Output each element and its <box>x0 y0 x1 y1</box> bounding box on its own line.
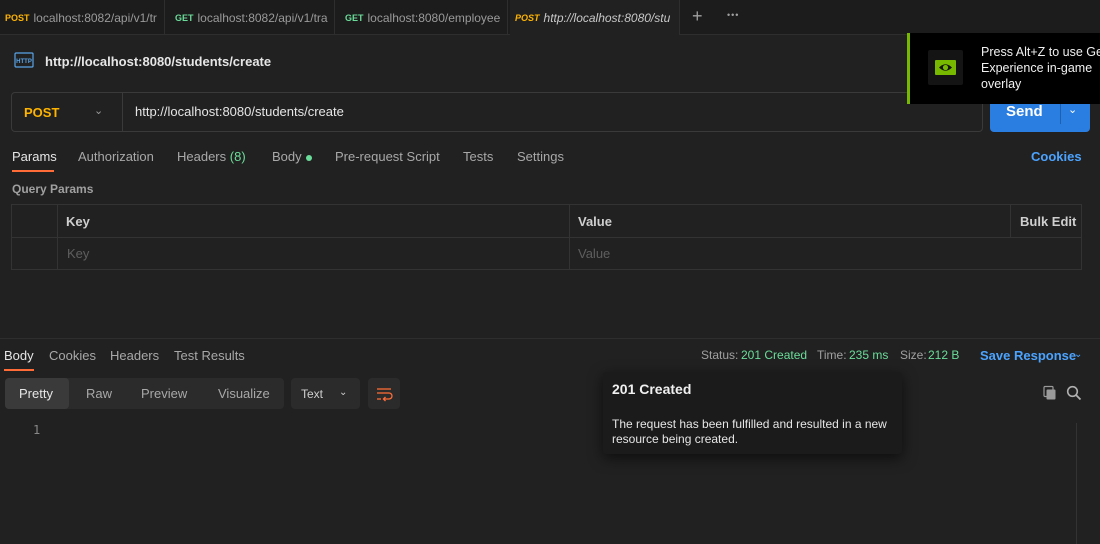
tab-params[interactable]: Params <box>12 149 57 164</box>
wrap-lines-button[interactable] <box>368 378 400 409</box>
tab-post-tr[interactable]: POST localhost:8082/api/v1/tr <box>0 0 165 35</box>
tab-post-students-active[interactable]: POST http://localhost:8080/stu <box>510 0 680 35</box>
format-label: Text <box>301 387 324 401</box>
tab-url: http://localhost:8080/stu <box>543 10 671 25</box>
search-icon[interactable] <box>1066 385 1082 401</box>
headers-count: (8) <box>229 149 246 164</box>
view-pretty[interactable]: Pretty <box>19 386 53 401</box>
tab-url: localhost:8082/api/v1/tra <box>197 10 328 25</box>
tab-method: GET <box>175 12 194 23</box>
tab-bar: POST localhost:8082/api/v1/tr GET localh… <box>0 0 1100 35</box>
response-tab-headers[interactable]: Headers <box>110 348 159 363</box>
active-tab-underline <box>4 369 34 371</box>
query-params-table: Key Value Bulk Edit Key Value <box>11 204 1082 270</box>
overlay-message: Press Alt+Z to use Ge Experience in-game… <box>981 44 1100 92</box>
svg-text:HTTP: HTTP <box>16 59 32 65</box>
divider <box>122 93 123 131</box>
view-raw[interactable]: Raw <box>86 386 112 401</box>
copy-icon[interactable] <box>1042 385 1058 401</box>
overlay-line: Experience in-game <box>981 61 1093 75</box>
tab-method: GET <box>345 12 364 23</box>
http-icon: HTTP <box>14 52 34 68</box>
new-tab-button[interactable]: + <box>692 6 703 27</box>
scrollbar[interactable] <box>1076 423 1077 544</box>
nvidia-logo-icon <box>928 50 963 85</box>
overlay-line: Press Alt+Z to use Ge <box>981 45 1100 59</box>
divider <box>12 237 1081 238</box>
status-value[interactable]: 201 Created <box>741 348 807 362</box>
view-mode-selector: Pretty Raw Preview Visualize <box>5 378 284 409</box>
active-tab-underline <box>12 170 54 172</box>
body-indicator-dot <box>305 154 312 161</box>
tab-prerequest-script[interactable]: Pre-request Script <box>335 149 440 164</box>
divider <box>569 205 570 269</box>
tab-tests[interactable]: Tests <box>463 149 493 164</box>
line-number: 1 <box>33 423 41 437</box>
url-bar: POST ⌄ http://localhost:8080/students/cr… <box>11 92 983 132</box>
tab-authorization[interactable]: Authorization <box>78 149 154 164</box>
status-label: Status: <box>701 348 739 362</box>
format-select[interactable]: Text ⌄ <box>291 378 360 409</box>
overlay-line: overlay <box>981 77 1022 91</box>
tab-get-tra[interactable]: GET localhost:8082/api/v1/tra <box>170 0 335 35</box>
time-label: Time: <box>817 348 847 362</box>
chevron-down-icon[interactable]: ⌄ <box>1068 103 1077 116</box>
view-visualize[interactable]: Visualize <box>218 386 270 401</box>
tooltip-text: The request has been fulfilled and resul… <box>612 417 887 446</box>
response-tab-test-results[interactable]: Test Results <box>174 348 245 363</box>
status-tooltip: 201 Created The request has been fulfill… <box>603 372 902 454</box>
size-value[interactable]: 212 B <box>928 348 959 362</box>
nvidia-overlay-notification: Press Alt+Z to use Ge Experience in-game… <box>907 33 1100 104</box>
chevron-down-icon[interactable]: ⌄ <box>94 104 103 117</box>
tab-headers-label: Headers <box>177 149 227 164</box>
response-tab-body[interactable]: Body <box>4 348 34 363</box>
param-value-input[interactable]: Value <box>578 246 610 261</box>
tab-settings[interactable]: Settings <box>517 149 564 164</box>
column-header-key: Key <box>66 214 90 229</box>
tab-method: POST <box>5 12 30 23</box>
tab-url: localhost:8082/api/v1/tr <box>33 10 157 25</box>
param-key-input[interactable]: Key <box>67 246 89 261</box>
cookies-link[interactable]: Cookies <box>1031 149 1082 164</box>
send-label: Send <box>1006 103 1043 120</box>
tab-body-label: Body <box>272 149 302 164</box>
divider <box>1010 205 1011 237</box>
more-tabs-icon[interactable]: ••• <box>727 10 739 20</box>
time-value[interactable]: 235 ms <box>849 348 888 362</box>
url-input[interactable]: http://localhost:8080/students/create <box>135 104 344 119</box>
chevron-down-icon[interactable]: ⌄ <box>1074 349 1082 360</box>
tab-method: POST <box>515 12 540 23</box>
query-params-title: Query Params <box>12 182 94 196</box>
tab-body[interactable]: Body <box>272 149 312 164</box>
tab-get-employee[interactable]: GET localhost:8080/employee <box>340 0 508 35</box>
save-response-button[interactable]: Save Response <box>980 348 1076 363</box>
wrap-lines-icon <box>377 388 393 402</box>
tab-url: localhost:8080/employee <box>367 10 501 25</box>
column-header-value: Value <box>578 214 612 229</box>
response-tab-cookies[interactable]: Cookies <box>49 348 96 363</box>
method-select[interactable]: POST <box>24 105 59 120</box>
bulk-edit-button[interactable]: Bulk Edit <box>1020 214 1076 229</box>
size-label: Size: <box>900 348 927 362</box>
divider <box>0 338 1100 339</box>
chevron-down-icon: ⌄ <box>339 387 348 398</box>
tab-headers[interactable]: Headers (8) <box>177 149 246 164</box>
view-preview[interactable]: Preview <box>141 386 187 401</box>
divider <box>57 205 58 269</box>
request-title[interactable]: http://localhost:8080/students/create <box>45 54 271 69</box>
tooltip-title: 201 Created <box>612 381 692 397</box>
